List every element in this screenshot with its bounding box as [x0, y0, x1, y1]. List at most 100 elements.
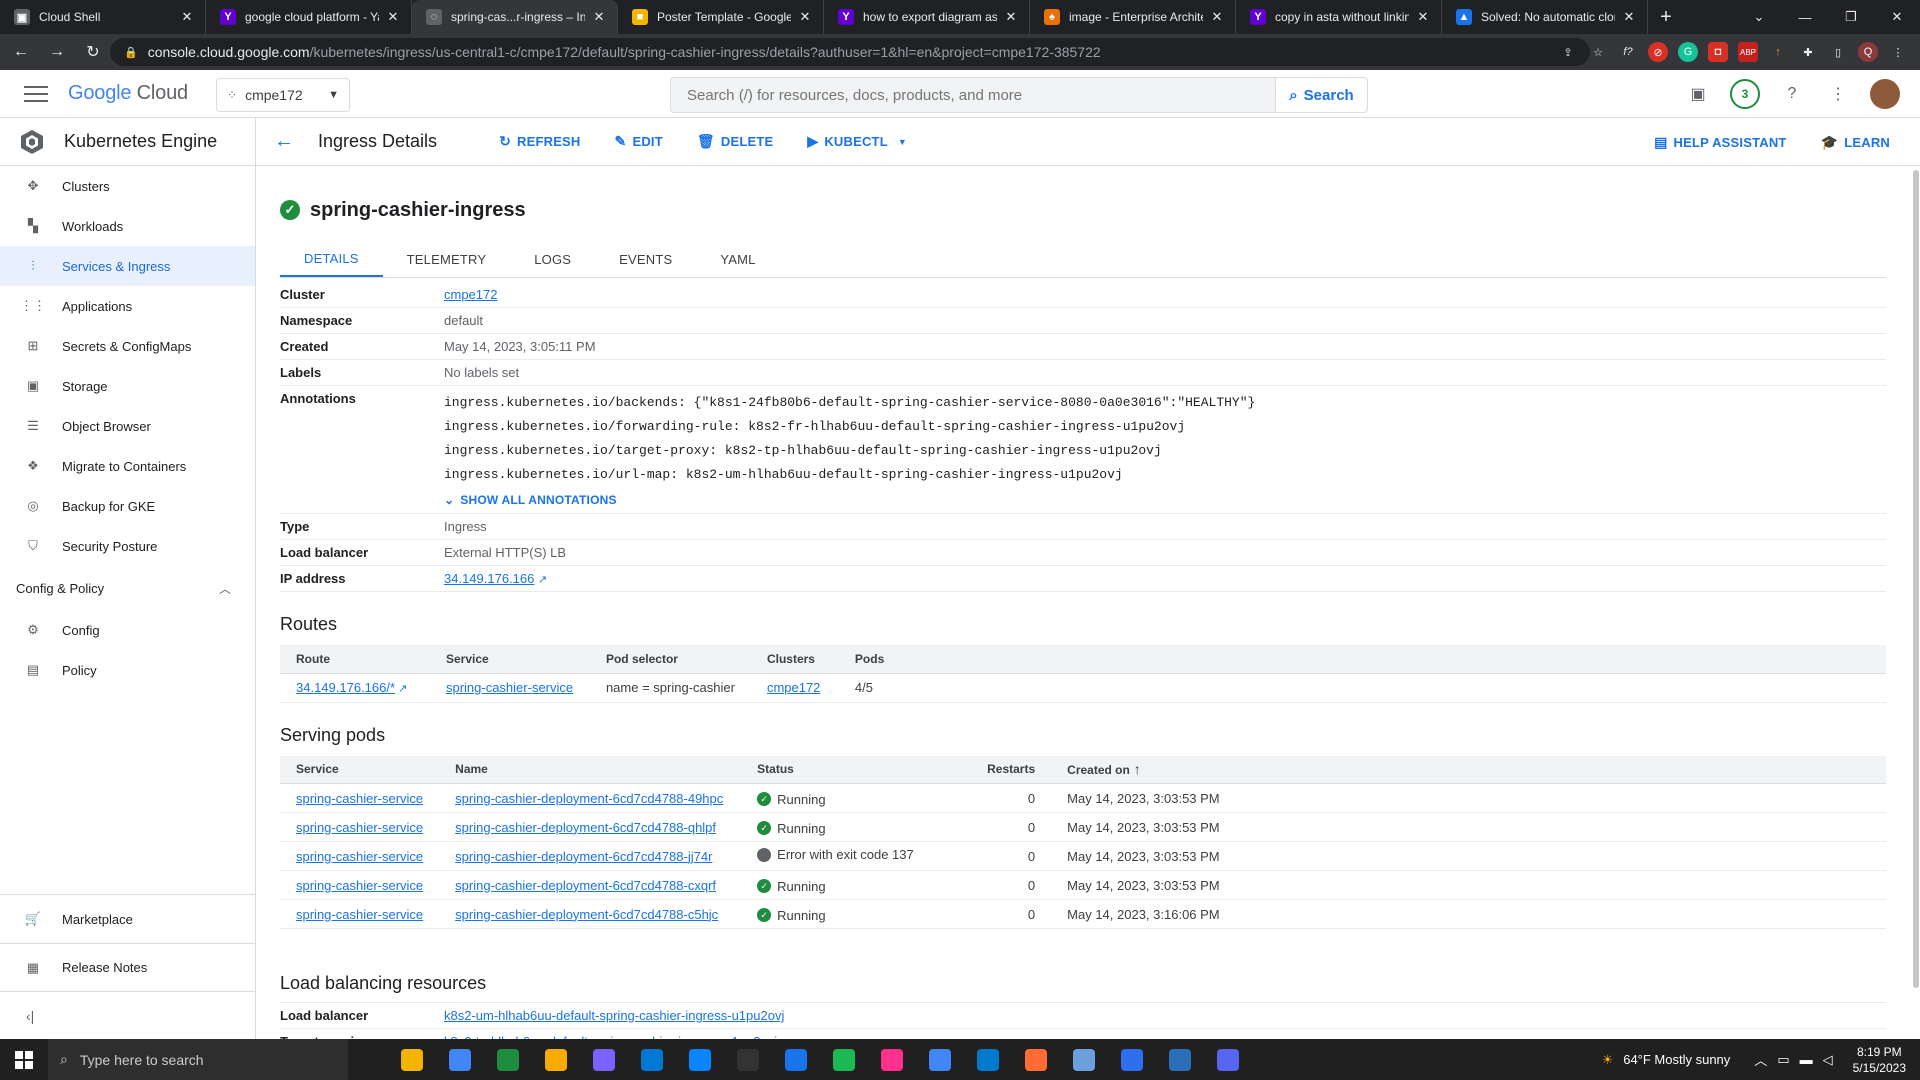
tab-close-icon[interactable]: ✕ [797, 9, 813, 25]
reload-icon[interactable]: ↻ [78, 42, 108, 62]
language-icon[interactable] [1108, 1039, 1156, 1080]
browser-tab[interactable]: Ycopy in asta without linkin ✕ [1236, 0, 1442, 34]
network-icon[interactable]: ▭ [1777, 1052, 1789, 1068]
edge-icon[interactable] [676, 1039, 724, 1080]
notes-icon[interactable] [1060, 1039, 1108, 1080]
help-icon[interactable]: ? [1778, 80, 1806, 108]
clock[interactable]: 8:19 PM 5/15/2023 [1853, 1044, 1906, 1076]
chrome-icon[interactable] [436, 1039, 484, 1080]
sidebar-item-security-posture[interactable]: ⛉ Security Posture [0, 526, 255, 566]
start-button[interactable] [0, 1039, 48, 1080]
sidebar-item-object-browser[interactable]: ☰ Object Browser [0, 406, 255, 446]
pocket-icon[interactable]: ◘ [1708, 42, 1728, 62]
tab-close-icon[interactable]: ✕ [1209, 9, 1225, 25]
browser-tab[interactable]: ♠ image - Enterprise Archite ✕ [1030, 0, 1236, 34]
tab-close-icon[interactable]: ✕ [385, 9, 401, 25]
tab-telemetry[interactable]: TELEMETRY [383, 242, 511, 277]
taskbar-search[interactable]: ⌕ Type here to search [48, 1039, 348, 1080]
tray-chevron-icon[interactable]: ︿ [1754, 1050, 1767, 1069]
close-window-button[interactable]: ✕ [1874, 0, 1920, 34]
pod-name-link[interactable]: spring-cashier-deployment-6cd7cd4788-49h… [455, 791, 723, 806]
sidebar-item-clusters[interactable]: ✥ Clusters [0, 166, 255, 206]
discord-icon[interactable] [1204, 1039, 1252, 1080]
weather-text[interactable]: 64°F Mostly sunny [1623, 1052, 1730, 1067]
vscode-icon[interactable] [964, 1039, 1012, 1080]
search-button[interactable]: ⌕ Search [1275, 78, 1367, 112]
sidebar-item-secrets-configmaps[interactable]: ⊞ Secrets & ConfigMaps [0, 326, 255, 366]
sidebar-item-config[interactable]: ⚙ Config [0, 610, 255, 650]
sidebar-item-storage[interactable]: ▣ Storage [0, 366, 255, 406]
show-all-annotations-button[interactable]: ⌄ SHOW ALL ANNOTATIONS [444, 493, 1886, 507]
formula-extension-icon[interactable]: f? [1618, 42, 1638, 62]
uparrow-extension-icon[interactable]: ↑ [1768, 42, 1788, 62]
browser-menu-icon[interactable]: ⋮ [1888, 42, 1908, 62]
more-options-icon[interactable]: ⋮ [1824, 80, 1852, 108]
tab-details[interactable]: DETAILS [280, 242, 383, 277]
cluster-link[interactable]: cmpe172 [444, 287, 497, 302]
edit-button[interactable]: ✎ EDIT [615, 133, 663, 150]
sidebar-item-migrate-to-containers[interactable]: ❖ Migrate to Containers [0, 446, 255, 486]
sidebar-item-backup-for-gke[interactable]: ◎ Backup for GKE [0, 486, 255, 526]
route-link[interactable]: 34.149.176.166/* [296, 680, 395, 695]
service-link[interactable]: spring-cashier-service [296, 878, 423, 893]
terminal-icon[interactable] [724, 1039, 772, 1080]
sidebar-item-marketplace[interactable]: 🛒 Marketplace [0, 895, 255, 943]
url-field[interactable]: 🔒 console.cloud.google.com /kubernetes/i… [110, 38, 1590, 66]
ip-address-link[interactable]: 34.149.176.166 [444, 571, 534, 586]
project-selector[interactable]: ⁘ cmpe172 ▼ [216, 78, 350, 112]
browser-tab[interactable]: Yhow to export diagram as ✕ [824, 0, 1030, 34]
back-arrow-icon[interactable]: ← [274, 130, 298, 153]
browser-tab[interactable]: ▲ Solved: No automatic clon ✕ [1442, 0, 1648, 34]
browser-tab[interactable]: ■ Poster Template - Google ✕ [618, 0, 824, 34]
photos-icon[interactable] [1156, 1039, 1204, 1080]
battery-icon[interactable]: ▬ [1800, 1052, 1813, 1067]
selenium-icon[interactable] [628, 1039, 676, 1080]
delete-button[interactable]: 🗑 DELETE [697, 133, 773, 150]
tab-close-icon[interactable]: ✕ [1621, 9, 1637, 25]
block-extension-icon[interactable]: ⊘ [1648, 42, 1668, 62]
menu-icon[interactable] [24, 85, 48, 102]
sidepanel-icon[interactable]: ▯ [1828, 42, 1848, 62]
pod-name-link[interactable]: spring-cashier-deployment-6cd7cd4788-qhl… [455, 820, 716, 835]
browser-tab[interactable]: ◌ spring-cas...r-ingress – Ing ✕ [412, 0, 618, 34]
service-link[interactable]: spring-cashier-service [296, 907, 423, 922]
tab-close-icon[interactable]: ✕ [591, 9, 607, 25]
app-icon[interactable] [580, 1039, 628, 1080]
volume-icon[interactable]: ◁ [1823, 1052, 1833, 1068]
scrollbar[interactable] [1912, 166, 1920, 988]
tab-close-icon[interactable]: ✕ [179, 9, 195, 25]
tab-search-icon[interactable]: ⌄ [1736, 0, 1782, 34]
minimize-button[interactable]: — [1782, 0, 1828, 34]
tab-close-icon[interactable]: ✕ [1003, 9, 1019, 25]
sidebar-item-workloads[interactable]: ▚ Workloads [0, 206, 255, 246]
avatar[interactable] [1870, 79, 1900, 109]
service-link[interactable]: spring-cashier-service [296, 791, 423, 806]
postman-icon[interactable] [1012, 1039, 1060, 1080]
adblock-icon[interactable]: ABP [1738, 42, 1758, 62]
scrollbar-thumb[interactable] [1913, 170, 1919, 988]
new-tab-button[interactable]: + [1648, 0, 1684, 34]
refresh-button[interactable]: ↻ REFRESH [499, 133, 580, 150]
tab-close-icon[interactable]: ✕ [1415, 9, 1431, 25]
spotify-icon[interactable] [820, 1039, 868, 1080]
sidebar-item-applications[interactable]: ⋮⋮ Applications [0, 286, 255, 326]
cloud-shell-icon[interactable]: ▣ [1684, 80, 1712, 108]
service-link[interactable]: spring-cashier-service [446, 680, 573, 695]
pods-column-header[interactable]: Created on ↑ [1051, 755, 1886, 784]
search-input[interactable] [671, 78, 1275, 112]
service-link[interactable]: spring-cashier-service [296, 820, 423, 835]
sidebar-item-release-notes[interactable]: ▦ Release Notes [0, 943, 255, 991]
pod-name-link[interactable]: spring-cashier-deployment-6cd7cd4788-jj7… [455, 849, 712, 864]
browser-tab[interactable]: ▣ Cloud Shell ✕ [0, 0, 206, 34]
collapse-sidebar-icon[interactable]: ‹| [0, 991, 255, 1039]
extensions-puzzle-icon[interactable]: ✚ [1798, 42, 1818, 62]
lb-resource-link[interactable]: k8s2-um-hlhab6uu-default-spring-cashier-… [444, 1008, 784, 1023]
google-cloud-logo[interactable]: Google Cloud [68, 82, 188, 105]
maximize-button[interactable]: ❐ [1828, 0, 1874, 34]
chrome-profile-icon[interactable] [916, 1039, 964, 1080]
notepad-icon[interactable] [484, 1039, 532, 1080]
notifications-badge[interactable]: 3 [1730, 79, 1760, 109]
cluster-link[interactable]: cmpe172 [767, 680, 820, 695]
browser-tab[interactable]: Ygoogle cloud platform - Ya ✕ [206, 0, 412, 34]
kubectl-button[interactable]: ▶ KUBECTL ▼ [807, 133, 907, 150]
